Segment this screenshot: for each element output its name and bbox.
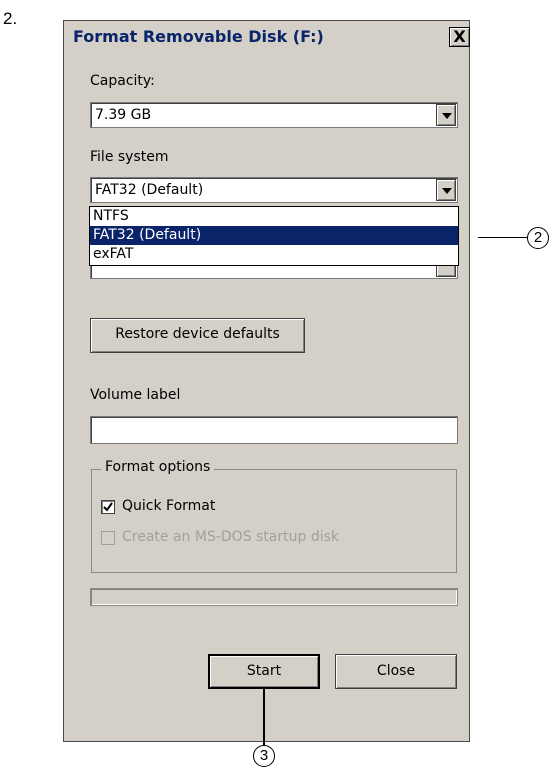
- callout-badge: 2: [527, 227, 549, 249]
- restore-defaults-button[interactable]: Restore device defaults: [90, 318, 305, 353]
- file-system-label: File system: [90, 149, 169, 165]
- start-button[interactable]: Start: [208, 654, 320, 689]
- chevron-down-icon[interactable]: [436, 104, 456, 126]
- chevron-down-icon[interactable]: [436, 179, 456, 201]
- list-item[interactable]: NTFS: [90, 207, 458, 226]
- capacity-select[interactable]: 7.39 GB: [90, 102, 458, 128]
- close-button[interactable]: Close: [335, 654, 457, 689]
- file-system-dropdown-list: NTFS FAT32 (Default) exFAT: [89, 206, 459, 266]
- volume-label-input[interactable]: [90, 416, 458, 444]
- ms-dos-checkbox: [101, 531, 115, 545]
- callout-line: [478, 237, 527, 238]
- quick-format-label: Quick Format: [122, 498, 216, 514]
- volume-label-label: Volume label: [90, 387, 181, 403]
- list-item-selected[interactable]: FAT32 (Default): [90, 226, 458, 245]
- file-system-select[interactable]: FAT32 (Default): [90, 177, 458, 203]
- title-bar: Format Removable Disk (F:) X: [64, 21, 470, 54]
- close-icon[interactable]: X: [449, 27, 470, 47]
- progress-bar: [90, 588, 458, 606]
- quick-format-checkbox[interactable]: [101, 500, 115, 514]
- capacity-value: 7.39 GB: [95, 107, 152, 123]
- capacity-label: Capacity:: [90, 73, 155, 89]
- callout-badge: 3: [253, 745, 275, 767]
- check-icon: [103, 502, 113, 512]
- format-options-title: Format options: [101, 459, 215, 475]
- ms-dos-label: Create an MS-DOS startup disk: [122, 529, 340, 545]
- callout-line: [263, 687, 265, 745]
- step-number: 2.: [3, 9, 18, 28]
- file-system-value: FAT32 (Default): [95, 182, 204, 198]
- format-options-group: [91, 469, 457, 573]
- list-item[interactable]: exFAT: [90, 245, 458, 264]
- format-dialog: Format Removable Disk (F:) X Capacity: 7…: [63, 20, 470, 742]
- dialog-title: Format Removable Disk (F:): [73, 27, 324, 46]
